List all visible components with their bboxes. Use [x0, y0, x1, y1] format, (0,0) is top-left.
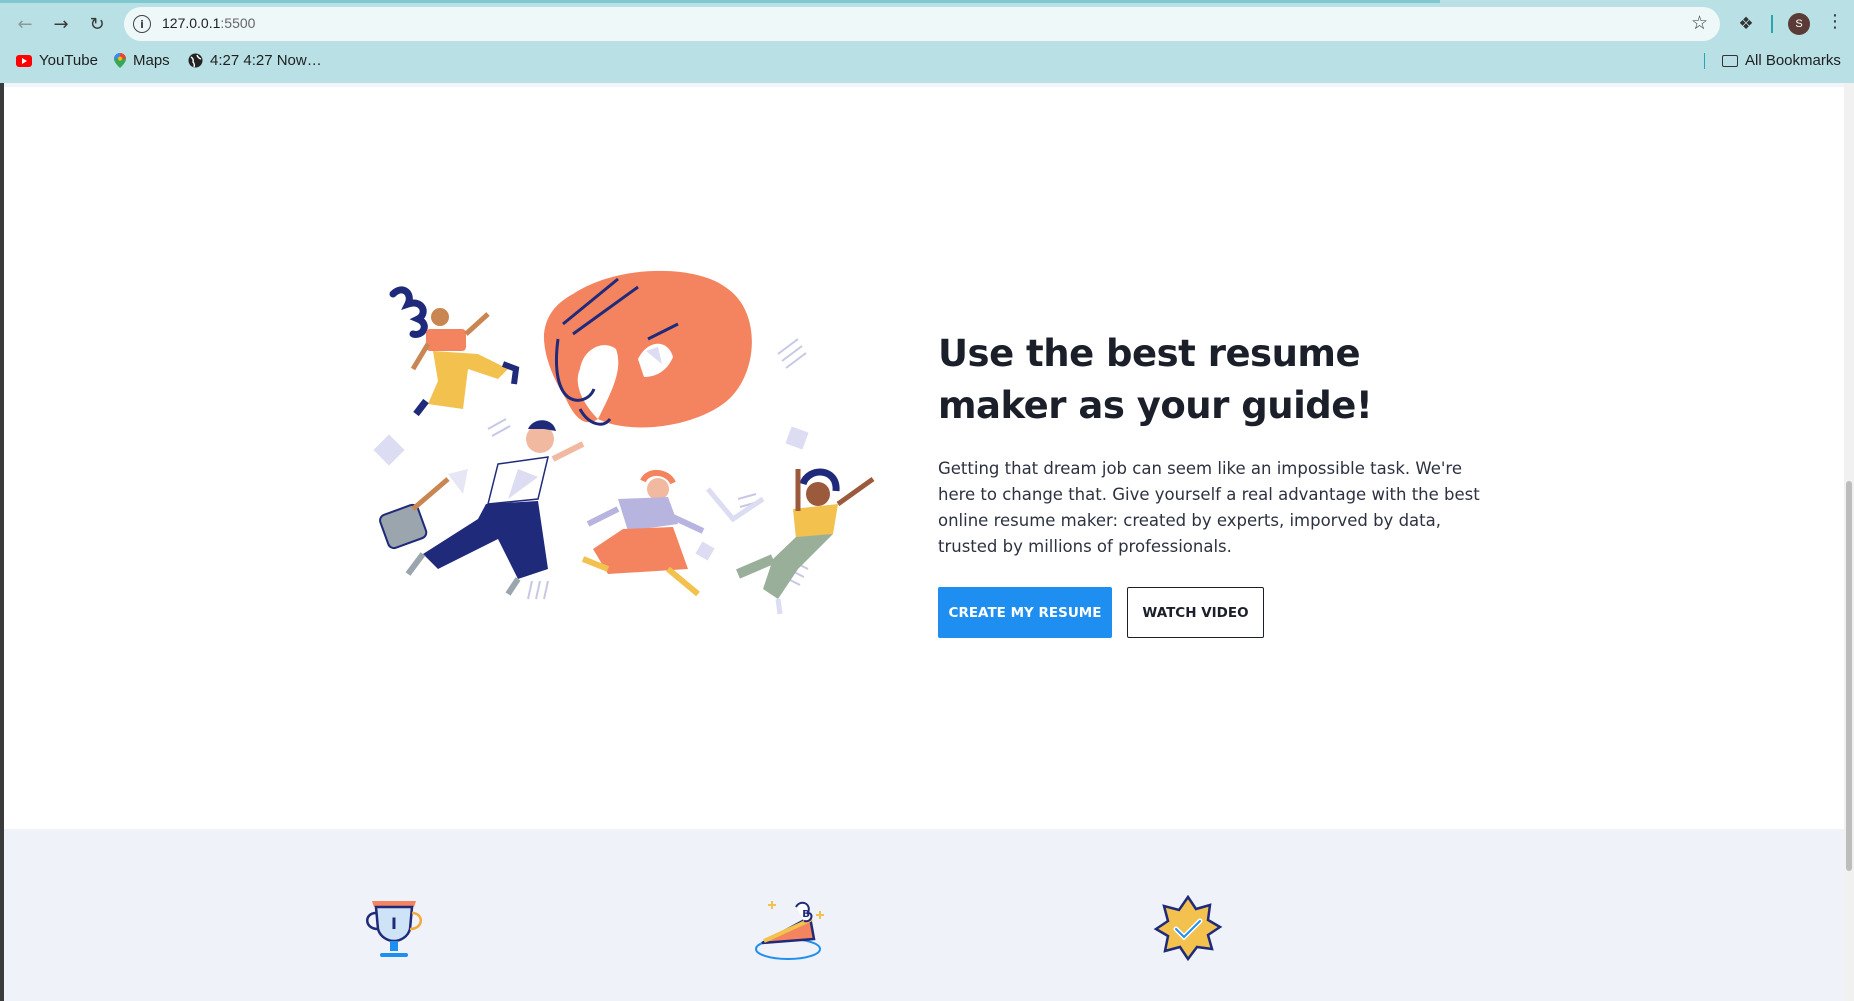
- folder-icon: [1722, 54, 1738, 67]
- maps-pin-icon: [114, 53, 126, 68]
- page-viewport: Use the best resume maker as your guide!…: [4, 83, 1844, 1001]
- features-section: I B: [4, 829, 1844, 1001]
- reload-icon[interactable]: ↻: [84, 11, 110, 37]
- back-icon[interactable]: ←: [12, 11, 38, 37]
- address-bar[interactable]: i 127.0.0.1:5500 ☆: [124, 7, 1720, 41]
- scrollbar[interactable]: [1844, 83, 1854, 1001]
- bookmark-youtube[interactable]: YouTube: [16, 52, 98, 69]
- bookmark-maps[interactable]: Maps: [114, 52, 170, 69]
- scrollbar-thumb[interactable]: [1846, 481, 1852, 871]
- bookmark-label: YouTube: [39, 52, 98, 69]
- trophy-icon: I: [366, 901, 422, 957]
- globe-icon: [188, 53, 203, 68]
- bookmark-label: Maps: [133, 52, 170, 69]
- bookmarks-bar: YouTube Maps 4:27 4:27 Now… All Bookmark…: [0, 48, 1854, 74]
- hero-title: Use the best resume maker as your guide!: [938, 332, 1373, 427]
- bookmark-star-icon[interactable]: ☆: [1691, 12, 1708, 34]
- hero-illustration: [373, 270, 875, 615]
- browser-chrome: ← → ↻ i 127.0.0.1:5500 ☆ ❖ S ⋮ YouTube M…: [0, 0, 1854, 83]
- toolbar-divider: [1771, 15, 1773, 33]
- svg-text:I: I: [391, 914, 397, 933]
- page-top-border: [4, 83, 1844, 87]
- tab-strip-line: [0, 0, 1440, 3]
- kebab-menu-icon[interactable]: ⋮: [1826, 11, 1844, 32]
- create-resume-button[interactable]: CREATE MY RESUME: [938, 587, 1112, 638]
- watch-video-button[interactable]: WATCH VIDEO: [1127, 587, 1264, 638]
- bookmarks-divider: [1704, 53, 1705, 69]
- url-text[interactable]: 127.0.0.1:5500: [162, 15, 255, 31]
- badge-check-icon: [1153, 894, 1223, 962]
- forward-icon[interactable]: →: [48, 11, 74, 37]
- profile-avatar[interactable]: S: [1788, 13, 1810, 35]
- bookmark-time[interactable]: 4:27 4:27 Now…: [188, 52, 322, 69]
- youtube-icon: [16, 54, 32, 67]
- all-bookmarks[interactable]: All Bookmarks: [1722, 52, 1841, 69]
- hero-description: Getting that dream job can seem like an …: [938, 459, 1480, 556]
- bookmark-label: 4:27 4:27 Now…: [210, 52, 322, 69]
- extensions-icon[interactable]: ❖: [1733, 11, 1759, 37]
- all-bookmarks-label: All Bookmarks: [1745, 52, 1841, 69]
- svg-text:B: B: [802, 909, 810, 920]
- site-info-icon[interactable]: i: [133, 15, 151, 33]
- cake-slice-icon: B: [755, 901, 824, 960]
